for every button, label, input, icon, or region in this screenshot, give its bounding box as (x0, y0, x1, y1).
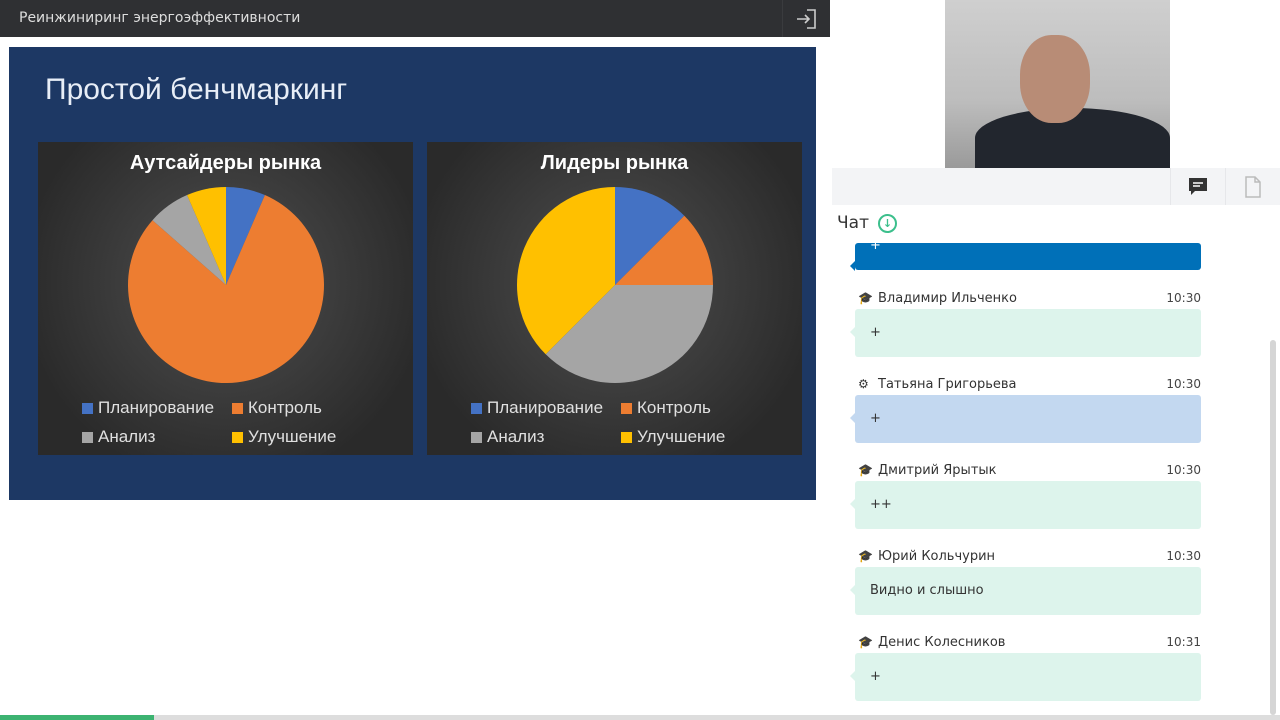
message-time: 10:31 (1166, 635, 1201, 649)
document-icon (1245, 175, 1261, 198)
chat-message-own: + (850, 239, 1201, 271)
author-name: Татьяна Григорьева (878, 377, 1017, 392)
chart-outsiders: Аутсайдеры рынка Планирование Контроль А… (38, 142, 413, 455)
graduation-cap-icon: 🎓 (858, 291, 873, 305)
legend-swatch (471, 431, 482, 443)
legend-label: Улучшение (248, 427, 337, 446)
session-title: Реинжиниринг энергоэффективности (19, 10, 301, 26)
legend-swatch (82, 431, 93, 443)
message-text: Видно и слышно (870, 583, 984, 598)
chat-scrollbar[interactable] (1270, 340, 1276, 715)
message-time: 10:30 (1166, 463, 1201, 477)
chat-message: + (850, 309, 1201, 357)
scroll-down-icon[interactable]: ↓ (877, 213, 897, 233)
legend-item: Контроль (621, 398, 711, 418)
message-header: 🎓 Денис Колесников 10:31 (858, 635, 1201, 650)
message-text: + (870, 411, 881, 426)
chart-leaders: Лидеры рынка Планирование Контроль Анали… (427, 142, 802, 455)
slide-title: Простой бенчмаркинг (45, 73, 348, 106)
legend-swatch (621, 402, 632, 414)
legend-label: Контроль (637, 398, 711, 417)
tab-files[interactable] (1225, 168, 1280, 205)
progress-bar (0, 715, 1280, 720)
message-header: 🎓 Дмитрий Ярытык 10:30 (858, 463, 1201, 478)
webcam-video[interactable] (945, 0, 1170, 168)
legend-label: Планирование (98, 398, 215, 417)
exit-button[interactable] (782, 0, 830, 37)
legend-item: Улучшение (232, 427, 336, 447)
tab-chat[interactable] (1170, 168, 1225, 205)
chat-message: + (850, 395, 1201, 443)
presentation-slide: Простой бенчмаркинг Аутсайдеры рынка Пла… (9, 47, 816, 500)
message-time: 10:30 (1166, 291, 1201, 305)
chat-title: Чат (837, 213, 869, 233)
legend-item: Планирование (471, 398, 603, 418)
progress-fill (0, 715, 154, 720)
legend-swatch (232, 431, 243, 443)
gear-icon: ⚙ (858, 377, 869, 391)
legend-item: Контроль (232, 398, 322, 418)
legend-swatch (82, 402, 93, 414)
message-header: 🎓 Юрий Кольчурин 10:30 (858, 549, 1201, 564)
chat-header: Чат ↓ (837, 213, 897, 233)
legend-swatch (621, 431, 632, 443)
author-name: Дмитрий Ярытык (878, 463, 997, 478)
chart-title: Аутсайдеры рынка (129, 152, 322, 174)
chat-message: Видно и слышно (850, 567, 1201, 615)
graduation-cap-icon: 🎓 (858, 635, 873, 649)
message-header: ⚙ Татьяна Григорьева 10:30 (858, 377, 1201, 392)
legend-label: Планирование (487, 398, 604, 417)
chat-message: + (850, 653, 1201, 701)
top-bar: Реинжиниринг энергоэффективности (0, 0, 830, 37)
message-header: 🎓 Владимир Ильченко 10:30 (858, 291, 1201, 306)
legend-swatch (232, 402, 243, 414)
graduation-cap-icon: 🎓 (858, 549, 873, 563)
exit-icon (796, 8, 816, 29)
legend-label: Анализ (98, 427, 156, 446)
chart-title: Лидеры рынка (540, 152, 689, 174)
legend-swatch (471, 402, 482, 414)
message-text: ++ (870, 497, 892, 512)
author-name: Юрий Кольчурин (878, 549, 996, 564)
legend-item: Улучшение (621, 427, 725, 447)
presenter-head (1020, 35, 1090, 123)
message-text: + (870, 238, 881, 253)
legend-label: Контроль (248, 398, 322, 417)
graduation-cap-icon: 🎓 (858, 463, 873, 477)
author-name: Владимир Ильченко (878, 291, 1017, 306)
legend-label: Анализ (487, 427, 545, 446)
legend-item: Анализ (82, 427, 155, 447)
side-tabs (832, 168, 1280, 205)
message-text: + (870, 669, 881, 684)
author-name: Денис Колесников (878, 635, 1006, 650)
message-text: + (870, 325, 881, 340)
legend-label: Улучшение (637, 427, 726, 446)
message-time: 10:30 (1166, 549, 1201, 563)
chat-icon (1189, 177, 1207, 195)
legend-item: Планирование (82, 398, 214, 418)
chat-message: ++ (850, 481, 1201, 529)
legend-item: Анализ (471, 427, 544, 447)
message-time: 10:30 (1166, 377, 1201, 391)
